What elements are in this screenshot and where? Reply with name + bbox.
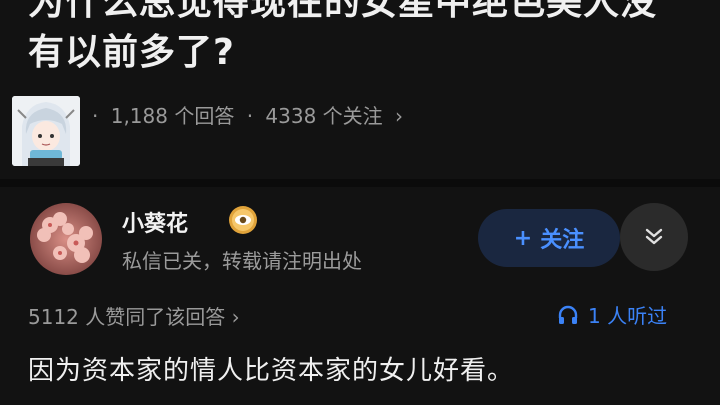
chevron-right-icon: › bbox=[231, 305, 240, 329]
plus-icon: + bbox=[513, 225, 533, 251]
answer-text: 因为资本家的情人比资本家的女儿好看。 bbox=[28, 356, 515, 386]
double-chevron-down-icon bbox=[645, 228, 663, 245]
section-divider bbox=[0, 179, 720, 187]
likes-row[interactable]: 5112 人赞同了该回答 › bbox=[28, 301, 240, 330]
meta-separator: · bbox=[92, 104, 99, 128]
author-avatar[interactable] bbox=[30, 203, 102, 275]
listen-count[interactable]: 1 人听过 bbox=[556, 300, 667, 329]
question-stats: · 1,188 个回答 · 4338 个关注 › bbox=[92, 100, 409, 129]
question-title-line1: 为什么总觉得现在的女星中绝色美人没 bbox=[28, 0, 658, 23]
like-count: 5112 人赞同了该回答 bbox=[28, 305, 226, 329]
meta-separator: · bbox=[246, 104, 254, 128]
headphones-icon bbox=[558, 305, 578, 324]
question-title-line2: 有以前多了? bbox=[28, 32, 235, 73]
author-name[interactable]: 小葵花 bbox=[122, 206, 188, 238]
expand-button[interactable] bbox=[620, 203, 688, 271]
author-bio: 私信已关，转载请注明出处 bbox=[122, 249, 362, 273]
listen-count-label: 1 人听过 bbox=[588, 304, 668, 328]
follow-button[interactable]: + 关注 bbox=[478, 209, 620, 267]
question-meta[interactable]: · 1,188 个回答 · 4338 个关注 › bbox=[10, 96, 710, 168]
follow-count: 4338 个关注 bbox=[265, 104, 383, 128]
verified-eye-icon bbox=[228, 205, 258, 235]
answer-count: 1,188 个回答 bbox=[110, 104, 235, 128]
question-title[interactable]: 为什么总觉得现在的女星中绝色美人没 有以前多了? bbox=[28, 0, 708, 78]
chevron-right-icon: › bbox=[395, 104, 404, 128]
follow-button-label: 关注 bbox=[540, 228, 585, 253]
question-thumbnail[interactable] bbox=[12, 96, 80, 166]
